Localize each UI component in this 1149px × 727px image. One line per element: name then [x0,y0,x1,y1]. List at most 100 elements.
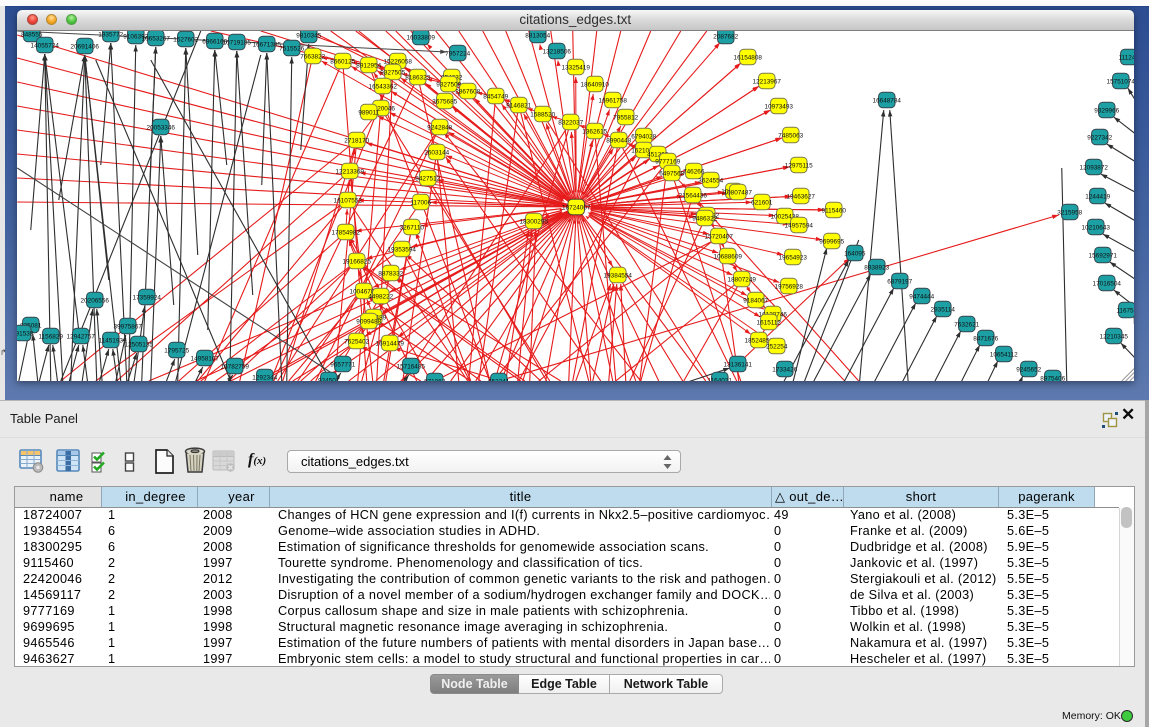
svg-text:39975867: 39975867 [113,323,142,330]
svg-text:10653267: 10653267 [141,35,170,42]
svg-text:12213369: 12213369 [335,168,364,175]
svg-text:1935772: 1935772 [98,31,123,38]
svg-text:21564436: 21564436 [678,192,707,199]
svg-text:8454749: 8454749 [483,93,508,100]
svg-text:924501: 924501 [318,377,340,381]
svg-text:1795725: 1795725 [164,347,189,354]
svg-text:8186323: 8186323 [405,74,430,81]
svg-text:2087682: 2087682 [713,33,738,40]
svg-text:652241: 652241 [488,378,510,381]
svg-text:9329966: 9329966 [1094,107,1119,114]
svg-text:2935114: 2935114 [930,306,955,313]
svg-text:7625402: 7625402 [344,338,369,345]
svg-text:16914479: 16914479 [375,340,404,347]
svg-text:1527602: 1527602 [173,36,198,43]
svg-text:3624554: 3624554 [698,177,723,184]
svg-text:13218506: 13218506 [542,48,571,55]
svg-text:9115460: 9115460 [821,207,846,214]
svg-text:17854982: 17854982 [331,229,360,236]
svg-text:4498222: 4498222 [368,293,393,300]
svg-text:16961758: 16961758 [598,97,627,104]
svg-text:3267110: 3267110 [399,224,424,231]
svg-text:19166825: 19166825 [342,258,371,265]
svg-text:15720407: 15720407 [704,233,733,240]
svg-text:252254: 252254 [766,343,788,350]
svg-text:1292344: 1292344 [252,374,277,381]
svg-text:1362615: 1362615 [582,128,607,135]
svg-text:7955812: 7955812 [613,114,638,121]
svg-text:1164021: 1164021 [707,377,732,381]
svg-text:10654112: 10654112 [989,351,1017,358]
svg-text:8912954: 8912954 [356,62,381,69]
svg-text:16107552: 16107552 [333,197,362,204]
svg-text:1588520: 1588520 [530,111,555,118]
svg-text:989011: 989011 [358,109,379,116]
svg-text:9327508: 9327508 [436,81,461,88]
svg-text:2718170: 2718170 [344,137,369,144]
svg-text:6879197: 6879197 [887,278,912,285]
svg-text:16154808: 16154808 [733,54,762,61]
svg-text:17359924: 17359924 [132,294,161,301]
svg-text:746266: 746266 [683,168,705,175]
svg-text:18807249: 18807249 [727,276,756,283]
svg-text:9242848: 9242848 [427,124,452,131]
svg-text:164095: 164095 [844,250,866,257]
svg-text:12942757: 12942757 [66,333,95,340]
svg-text:1156829: 1156829 [38,333,63,340]
svg-text:8975406: 8975406 [1040,375,1065,381]
svg-text:20053346: 20053346 [146,124,175,131]
svg-text:7485063: 7485063 [778,132,803,139]
svg-text:9699695: 9699695 [819,238,844,245]
svg-text:6794028: 6794028 [631,133,656,140]
svg-text:10719185: 10719185 [222,39,251,46]
svg-text:18640910: 18640910 [580,81,609,88]
svg-text:16543362: 16543362 [368,83,397,90]
svg-text:8938923: 8938923 [864,264,889,271]
svg-text:12213967: 12213967 [752,78,781,85]
svg-text:18300295: 18300295 [519,218,548,225]
svg-text:8427512: 8427512 [415,175,440,182]
svg-text:13136141: 13136141 [723,361,752,368]
svg-text:7957224: 7957224 [445,50,470,57]
svg-text:391538: 391538 [17,330,34,337]
svg-text:1145193: 1145193 [98,337,123,344]
svg-text:17016504: 17016504 [1092,280,1121,287]
svg-text:12505135: 12505135 [124,341,153,348]
svg-text:9486322: 9486322 [692,215,717,222]
svg-text:14958107: 14958107 [190,355,219,362]
svg-text:9184067: 9184067 [743,297,768,304]
svg-text:9777169: 9777169 [655,158,680,165]
svg-text:19463627: 19463627 [786,193,815,200]
svg-text:18724007: 18724007 [562,204,591,211]
svg-text:8990448: 8990448 [606,137,631,144]
svg-text:9657771: 9657771 [330,361,355,368]
svg-text:16033809: 16033809 [406,34,435,41]
svg-text:15751074: 15751074 [1106,78,1134,85]
svg-text:16671385: 16671385 [252,41,281,48]
svg-text:621601: 621601 [751,199,773,206]
svg-text:871063: 871063 [424,378,446,381]
svg-text:12975115: 12975115 [784,162,812,169]
svg-text:116753: 116753 [1116,307,1134,314]
svg-text:7515526: 7515526 [279,45,304,52]
svg-text:9474444: 9474444 [909,293,934,300]
svg-text:117006: 117006 [410,199,431,206]
svg-text:14957594: 14957594 [784,222,813,229]
svg-text:19756928: 19756928 [774,283,803,290]
svg-text:12093872: 12093872 [1079,164,1108,171]
svg-text:10688609: 10688609 [713,253,742,260]
svg-text:9245652: 9245652 [1016,366,1041,373]
svg-text:8471676: 8471676 [973,335,998,342]
svg-text:10210643: 10210643 [1081,224,1110,231]
svg-text:7663822: 7663822 [300,53,325,60]
svg-text:15692971: 15692971 [1088,252,1117,259]
svg-text:9099488: 9099488 [356,318,381,325]
svg-text:16648784: 16648784 [872,97,901,104]
svg-text:8813054: 8813054 [525,32,550,39]
svg-text:7632621: 7632621 [954,321,979,328]
svg-text:6497568: 6497568 [659,170,684,177]
svg-text:16782759: 16782759 [220,363,249,370]
svg-text:19654923: 19654923 [778,254,807,261]
svg-text:3675685: 3675685 [432,98,457,105]
svg-text:15716485: 15716485 [396,363,425,370]
